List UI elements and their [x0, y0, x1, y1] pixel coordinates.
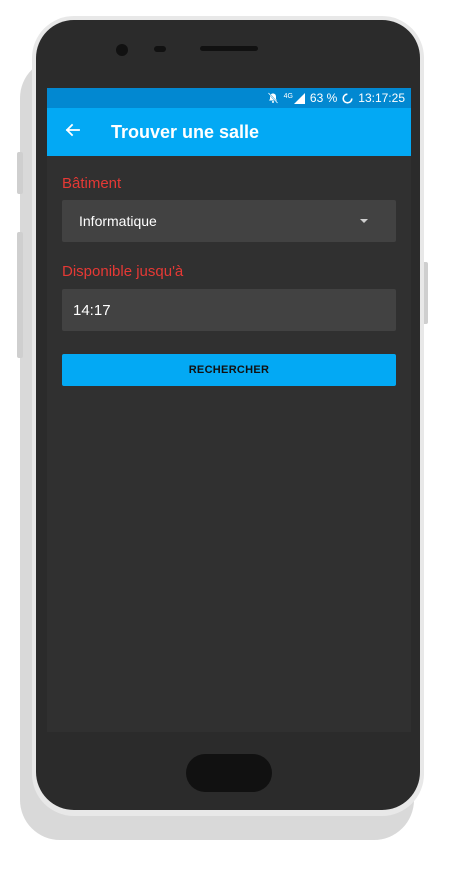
- available-until-label: Disponible jusqu'à: [62, 263, 184, 280]
- home-button[interactable]: [186, 754, 272, 792]
- status-bar: 4G 63 % 13:17:25: [47, 88, 411, 108]
- app-bar: Trouver une salle: [47, 108, 411, 156]
- battery-loading-icon: [342, 92, 353, 104]
- time-value: 14:17: [73, 301, 111, 319]
- earpiece: [200, 46, 258, 51]
- battery-percent: 63 %: [309, 91, 338, 105]
- back-button[interactable]: [47, 108, 97, 156]
- proximity-sensor: [154, 46, 166, 52]
- side-button: [17, 152, 23, 194]
- app-screen: 4G 63 % 13:17:25 Trouver une salle Bâtim…: [47, 88, 411, 732]
- page-title: Trouver une salle: [111, 121, 260, 142]
- time-field[interactable]: 14:17: [62, 289, 396, 331]
- search-button[interactable]: RECHERCHER: [62, 354, 396, 386]
- building-spinner[interactable]: Informatique: [62, 200, 396, 242]
- building-value: Informatique: [79, 213, 157, 229]
- clock: 13:17:25: [358, 91, 405, 105]
- side-button: [17, 232, 23, 358]
- arrow-left-icon: [64, 122, 80, 143]
- bell-off-icon: [267, 92, 279, 104]
- dropdown-arrow-icon: [360, 219, 368, 223]
- network-type: 4G: [283, 92, 293, 100]
- front-camera: [116, 44, 128, 56]
- signal-icon: 4G: [283, 92, 305, 104]
- building-label: Bâtiment: [62, 175, 122, 192]
